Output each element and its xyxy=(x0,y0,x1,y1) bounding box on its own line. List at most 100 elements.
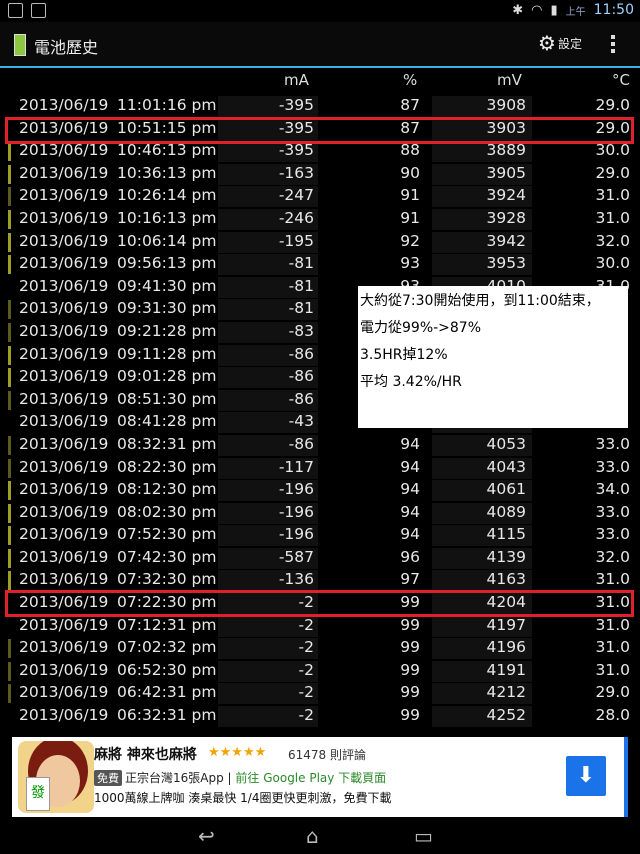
cell-ma: -2 xyxy=(298,638,314,657)
table-row[interactable]: 2013/06/19 08:22:30 pm -117 94 4043 33.0 xyxy=(0,457,640,480)
cell-mv: 4043 xyxy=(486,457,526,476)
cell-c: 29.0 xyxy=(595,683,630,702)
charge-indicator-bar xyxy=(8,458,11,478)
cell-date: 2013/06/19 xyxy=(19,683,109,702)
navigation-bar: ↩ ⌂ ▭ xyxy=(0,818,640,854)
table-row[interactable]: 2013/06/19 06:42:31 pm -2 99 4212 29.0 xyxy=(0,682,640,705)
cell-mv: 4252 xyxy=(486,706,526,725)
cell-ma: -395 xyxy=(278,96,314,114)
cell-pct: 99 xyxy=(400,683,420,702)
cell-mv: 4061 xyxy=(486,480,526,499)
cell-date: 2013/06/19 xyxy=(19,547,109,566)
charge-indicator-bar xyxy=(8,164,11,184)
cell-ma: -83 xyxy=(288,321,314,340)
cell-pct: 96 xyxy=(400,547,420,566)
cell-c: 30.0 xyxy=(595,254,630,273)
cell-date: 2013/06/19 xyxy=(19,389,109,408)
ad-banner[interactable]: 發 麻將 神來也麻將 ★★★★★ 61478 則評論 免費 正宗台灣16張App … xyxy=(12,737,628,817)
cell-ma: -587 xyxy=(278,547,314,566)
overflow-dot-icon xyxy=(611,42,615,46)
cell-date: 2013/06/19 xyxy=(19,208,109,227)
overflow-dot-icon xyxy=(611,49,615,53)
cell-ma: -196 xyxy=(278,480,314,499)
cell-time: 11:01:16 pm xyxy=(117,96,217,114)
cell-date: 2013/06/19 xyxy=(19,570,109,589)
settings-button[interactable]: ⚙ 設定 xyxy=(538,33,582,53)
cell-mv: 4139 xyxy=(486,547,526,566)
charge-indicator-bar xyxy=(8,300,11,320)
status-bar: ✱ ◠ ▮ 上午 11:50 xyxy=(0,0,640,21)
cell-date: 2013/06/19 xyxy=(19,434,109,453)
cell-pct: 94 xyxy=(400,502,420,521)
cell-mv: 3924 xyxy=(486,186,526,205)
highlight-box-end xyxy=(5,117,634,144)
table-row[interactable]: 2013/06/19 10:26:14 pm -247 91 3924 31.0 xyxy=(0,185,640,208)
charge-indicator-bar xyxy=(8,390,11,410)
cell-date: 2013/06/19 xyxy=(19,706,109,725)
table-row[interactable]: 2013/06/19 07:32:30 pm -136 97 4163 31.0 xyxy=(0,569,640,592)
cell-ma: -196 xyxy=(278,502,314,521)
cell-ma: -163 xyxy=(278,163,314,182)
table-row[interactable]: 2013/06/19 06:52:30 pm -2 99 4191 31.0 xyxy=(0,660,640,683)
overflow-menu-button[interactable] xyxy=(608,32,618,56)
cell-pct: 94 xyxy=(400,457,420,476)
settings-label: 設定 xyxy=(557,36,582,51)
charge-indicator-bar xyxy=(8,684,11,704)
cell-c: 31.0 xyxy=(595,638,630,657)
cell-ma: -81 xyxy=(288,254,314,273)
table-row[interactable]: 2013/06/19 09:56:13 pm -81 93 3953 30.0 xyxy=(0,253,640,276)
cell-ma: -86 xyxy=(288,344,314,363)
cell-mv: 3905 xyxy=(486,163,526,182)
table-row[interactable]: 2013/06/19 07:42:30 pm -587 96 4139 32.0 xyxy=(0,547,640,570)
mahjong-tile-icon: 發 xyxy=(26,777,50,811)
battery-app-icon[interactable] xyxy=(14,34,26,56)
table-row[interactable]: 2013/06/19 07:02:32 pm -2 99 4196 31.0 xyxy=(0,637,640,660)
ad-stars: ★★★★★ xyxy=(208,745,267,760)
cell-time: 08:51:30 pm xyxy=(117,389,217,408)
charge-indicator-bar xyxy=(8,503,11,523)
recent-apps-icon[interactable]: ▭ xyxy=(414,824,433,848)
cell-date: 2013/06/19 xyxy=(19,231,109,250)
table-row[interactable]: 2013/06/19 08:12:30 pm -196 94 4061 34.0 xyxy=(0,479,640,502)
status-right: ✱ ◠ ▮ 上午 11:50 xyxy=(512,2,634,18)
ad-play-link[interactable]: 前往 Google Play 下載頁面 xyxy=(235,771,386,785)
note-line: 電力從99%->87% xyxy=(360,320,482,336)
ad-image[interactable]: 發 xyxy=(18,741,94,813)
cell-time: 09:11:28 pm xyxy=(117,344,217,363)
home-icon[interactable]: ⌂ xyxy=(306,824,319,848)
table-row[interactable]: 2013/06/19 06:32:31 pm -2 99 4252 28.0 xyxy=(0,705,640,728)
table-row[interactable]: 2013/06/19 07:52:30 pm -196 94 4115 33.0 xyxy=(0,524,640,547)
ad-download-button[interactable]: ⬇ xyxy=(566,756,606,796)
cell-date: 2013/06/19 xyxy=(19,276,109,295)
cell-mv: 4197 xyxy=(486,615,526,634)
table-row[interactable]: 2013/06/19 10:36:13 pm -163 90 3905 29.0 xyxy=(0,163,640,186)
app-notification-icon xyxy=(31,3,46,18)
table-row[interactable]: 2013/06/19 08:32:31 pm -86 94 4053 33.0 xyxy=(0,434,640,457)
gear-icon: ⚙ xyxy=(538,31,556,55)
cell-ma: -247 xyxy=(278,186,314,205)
charge-indicator-bar xyxy=(8,142,11,162)
table-row[interactable]: 2013/06/19 08:02:30 pm -196 94 4089 33.0 xyxy=(0,502,640,525)
cell-pct: 94 xyxy=(400,525,420,544)
table-row[interactable]: 2013/06/19 10:06:14 pm -195 92 3942 32.0 xyxy=(0,231,640,254)
charge-indicator-bar xyxy=(8,187,11,207)
cell-mv: 3908 xyxy=(486,96,526,114)
cell-time: 06:52:30 pm xyxy=(117,660,217,679)
cell-ma: -117 xyxy=(278,457,314,476)
ad-free-badge: 免費 xyxy=(94,770,122,786)
table-row[interactable]: 2013/06/19 10:16:13 pm -246 91 3928 31.0 xyxy=(0,208,640,231)
cell-pct: 93 xyxy=(400,254,420,273)
cell-mv: 4191 xyxy=(486,660,526,679)
table-row[interactable]: 2013/06/19 11:01:16 pm -395 87 3908 29.0 xyxy=(0,95,640,118)
cell-pct: 90 xyxy=(400,163,420,182)
cell-time: 10:36:13 pm xyxy=(117,163,217,182)
cell-time: 09:31:30 pm xyxy=(117,299,217,318)
cell-pct: 97 xyxy=(400,570,420,589)
cell-date: 2013/06/19 xyxy=(19,163,109,182)
cell-mv: 4115 xyxy=(486,525,526,544)
cell-time: 10:16:13 pm xyxy=(117,208,217,227)
cell-pct: 87 xyxy=(400,96,420,114)
cell-pct: 94 xyxy=(400,434,420,453)
table-row[interactable]: 2013/06/19 07:12:31 pm -2 99 4197 31.0 xyxy=(0,615,640,638)
back-icon[interactable]: ↩ xyxy=(198,824,215,848)
